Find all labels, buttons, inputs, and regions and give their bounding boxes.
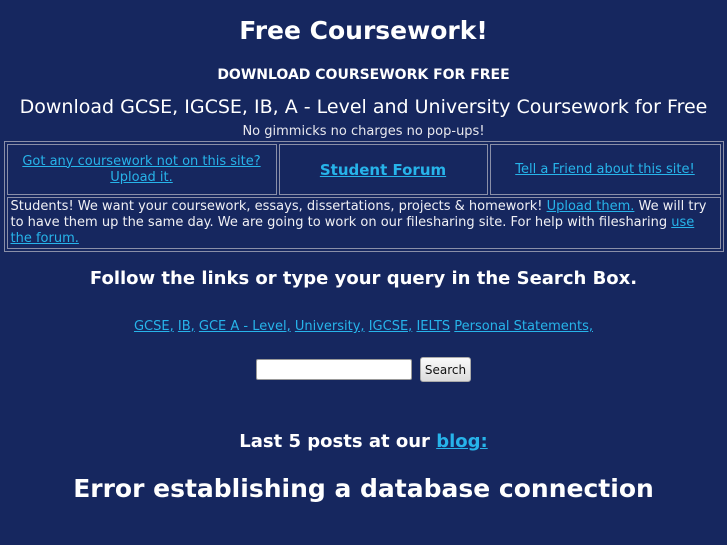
link-gcse[interactable]: GCSE, (134, 319, 174, 334)
upload-cell: Got any coursework not on this site? Uplo… (6, 144, 277, 195)
upload-link-line2: Upload it. (110, 169, 173, 185)
notice-cell: Students! We want your coursework, essay… (6, 197, 721, 249)
link-igcse[interactable]: IGCSE, (369, 319, 413, 334)
follow-heading: Follow the links or type your query in t… (89, 268, 638, 289)
site-note: No gimmicks no charges no pop-ups! (242, 124, 485, 139)
upload-link-line1: Got any coursework not on this site? (22, 153, 261, 169)
site-tagline: Download GCSE, IGCSE, IB, A - Level and … (19, 96, 708, 118)
category-links: GCSE, IB, GCE A - Level, University, IGC… (0, 291, 727, 335)
blog-prefix: Last 5 posts at our (239, 431, 437, 452)
student-forum-link[interactable]: Student Forum (320, 161, 446, 179)
blog-heading: Last 5 posts at our blog: (0, 382, 727, 454)
search-button[interactable]: Search (419, 357, 472, 382)
upload-them-link[interactable]: Upload them. (547, 199, 635, 214)
tell-friend-link[interactable]: Tell a Friend about this site! (515, 162, 694, 177)
search-form: Search (0, 335, 727, 382)
notice-text-1: Students! We want your coursework, essay… (10, 199, 547, 214)
nav-table: Got any coursework not on this site? Uplo… (3, 141, 724, 252)
link-gce-a-level[interactable]: GCE A - Level, (199, 319, 291, 334)
forum-cell: Student Forum (278, 144, 488, 195)
tell-friend-cell: Tell a Friend about this site! (489, 144, 721, 195)
site-title: Free Coursework! (239, 16, 488, 45)
search-input[interactable] (255, 359, 412, 380)
upload-link[interactable]: Got any coursework not on this site? Uplo… (22, 154, 260, 185)
site-subtitle: DOWNLOAD COURSEWORK FOR FREE (217, 67, 510, 83)
blog-link[interactable]: blog: (436, 431, 488, 452)
link-university[interactable]: University, (295, 319, 365, 334)
database-error-message: Error establishing a database connection (73, 474, 654, 503)
link-ielts[interactable]: IELTS (416, 319, 450, 334)
link-ib[interactable]: IB, (178, 319, 195, 334)
link-personal-statements[interactable]: Personal Statements, (454, 319, 593, 334)
